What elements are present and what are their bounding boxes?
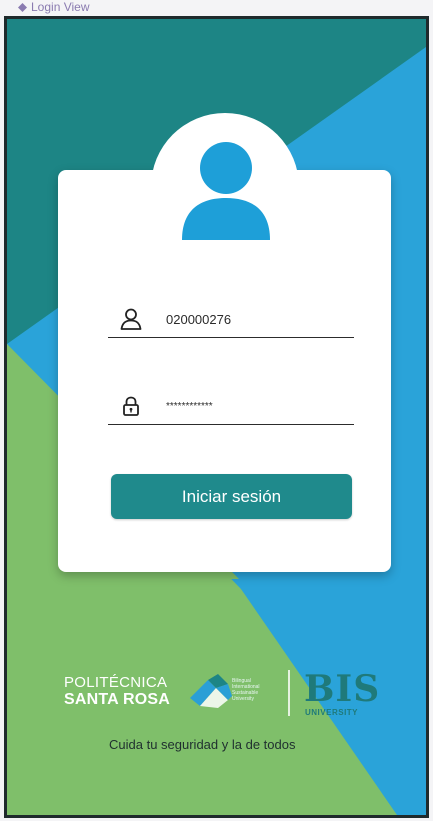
user-icon [118, 306, 144, 332]
password-field[interactable] [108, 388, 354, 425]
branding-logos: POLITÉCNICA SANTA ROSA Bilingual Interna… [64, 668, 394, 728]
window-title: Login View [31, 0, 90, 14]
login-button[interactable]: Iniciar sesión [111, 474, 352, 519]
username-input[interactable] [166, 311, 336, 327]
institution-line2: SANTA ROSA [64, 691, 170, 708]
diamond-icon [18, 2, 27, 12]
password-input[interactable] [166, 400, 336, 412]
institution-line1: POLITÉCNICA [64, 674, 168, 691]
login-window: Login View 020000276 ************ Inicia… [0, 0, 433, 821]
ribbon-logo-icon [190, 674, 232, 708]
bis-subtitle: UNIVERSITY [305, 708, 359, 717]
politecnica-logo: POLITÉCNICA SANTA ROSA [64, 674, 170, 708]
window-title-bar: Login View [18, 0, 90, 14]
university-mark: Bilingual International Sustainable Univ… [188, 672, 292, 716]
logo-divider [288, 670, 290, 716]
username-field[interactable] [108, 301, 354, 338]
bis-logo: BIS [304, 668, 381, 710]
tagline: Cuida tu seguridad y la de todos [109, 737, 296, 752]
lock-icon [118, 393, 144, 419]
university-mark-text: Bilingual International Sustainable Univ… [232, 678, 260, 702]
user-avatar-icon [182, 142, 270, 240]
